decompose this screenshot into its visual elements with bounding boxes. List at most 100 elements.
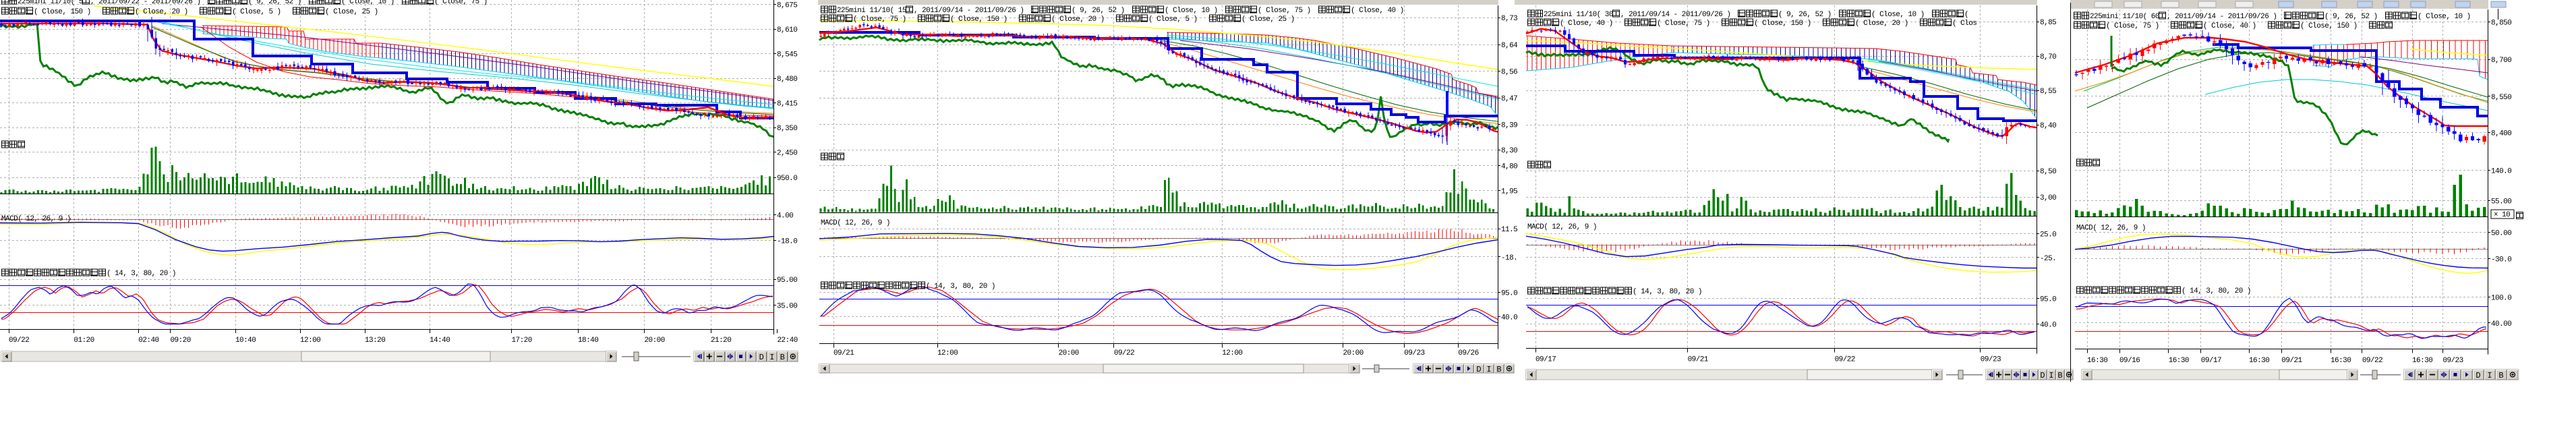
svg-text:, 2011/09/14 - 2011/09/26 ): , 2011/09/14 - 2011/09/26 ) (914, 7, 1024, 15)
svg-text:-18.0: -18.0 (777, 238, 797, 246)
svg-text:I: I (2487, 371, 2492, 380)
svg-text:225mini 11/10( 30: 225mini 11/10( 30 (1544, 11, 1613, 19)
svg-text:8,50: 8,50 (2040, 168, 2056, 176)
svg-text:8,400: 8,400 (2491, 129, 2511, 138)
svg-text:8,30: 8,30 (1501, 147, 1517, 155)
svg-text:4,80: 4,80 (1501, 163, 1517, 171)
svg-text:09/22: 09/22 (2362, 357, 2382, 365)
svg-text:09/17: 09/17 (2201, 357, 2221, 365)
svg-text:8,700: 8,700 (2491, 57, 2511, 65)
svg-text:8,73: 8,73 (1501, 15, 1517, 23)
svg-text:12:00: 12:00 (300, 337, 320, 345)
svg-text:20:00: 20:00 (1059, 349, 1079, 357)
svg-text:8,85: 8,85 (2040, 19, 2056, 27)
svg-text:I: I (769, 353, 774, 362)
svg-text:16:30: 16:30 (2249, 357, 2269, 365)
svg-text:( Close, 75 ): ( Close, 75 ) (434, 0, 488, 6)
svg-text:95.0: 95.0 (2040, 296, 2056, 304)
svg-text:16:30: 16:30 (2169, 357, 2189, 365)
svg-text:( Close, 10 ): ( Close, 10 ) (341, 0, 394, 6)
svg-text:D: D (1476, 365, 1481, 374)
svg-text:8,64: 8,64 (1501, 42, 1518, 50)
svg-text:MACD( 12, 26, 9 ): MACD( 12, 26, 9 ) (1527, 223, 1597, 231)
svg-text:50.00: 50.00 (2491, 230, 2511, 238)
svg-text:( Close, 20 ): ( Close, 20 ) (135, 8, 188, 16)
svg-text:25.0: 25.0 (2040, 231, 2056, 239)
svg-text:8,39: 8,39 (1501, 121, 1517, 129)
svg-text:-25.: -25. (2040, 255, 2056, 263)
svg-text:( Close, 75 ): ( Close, 75 ) (853, 16, 906, 24)
svg-text:95.00: 95.00 (777, 276, 797, 285)
svg-text:I: I (1486, 365, 1491, 374)
svg-text:-18.: -18. (1501, 254, 1517, 262)
svg-text:( Close, 150 ): ( Close, 150 ) (2300, 22, 2358, 30)
svg-text:16:30: 16:30 (2331, 357, 2351, 365)
svg-text:( Close, 25 ): ( Close, 25 ) (1241, 16, 1295, 24)
svg-text:( 9, 26, 52 ): ( 9, 26, 52 ) (248, 0, 301, 6)
svg-text:8,610: 8,610 (777, 26, 797, 34)
svg-text:3,00: 3,00 (2040, 194, 2056, 202)
svg-text:B: B (2498, 371, 2503, 380)
svg-text:( Close, 5 ): ( Close, 5 ) (1148, 16, 1198, 24)
svg-text:14:40: 14:40 (430, 337, 450, 345)
svg-text:09/23: 09/23 (1404, 349, 1424, 357)
svg-text:8,480: 8,480 (777, 76, 797, 84)
svg-text:8,70: 8,70 (2040, 53, 2056, 61)
svg-text:950.0: 950.0 (777, 175, 797, 183)
svg-text:09/21: 09/21 (833, 349, 854, 357)
svg-text:40.0: 40.0 (2040, 322, 2056, 330)
svg-text:8,56: 8,56 (1501, 69, 1517, 77)
svg-text:8,850: 8,850 (2491, 20, 2511, 28)
svg-text:16:30: 16:30 (2412, 357, 2432, 365)
svg-text:MACD( 12, 26, 9 ): MACD( 12, 26, 9 ) (821, 219, 890, 227)
svg-text:09/22: 09/22 (1114, 349, 1134, 357)
svg-text:, 2011/09/14 - 2011/09/26 ): , 2011/09/14 - 2011/09/26 ) (2167, 13, 2277, 21)
svg-text:4.00: 4.00 (777, 212, 793, 221)
svg-text:× 10: × 10 (2494, 211, 2510, 219)
svg-text:09/16: 09/16 (2119, 357, 2140, 365)
svg-text:02:40: 02:40 (138, 337, 158, 345)
svg-text:( Close, 150 ): ( Close, 150 ) (950, 16, 1007, 24)
svg-text:225mini 11/10( 5: 225mini 11/10( 5 (18, 0, 83, 6)
svg-text:( Close, 75 ): ( Close, 75 ) (1258, 7, 1311, 15)
svg-text:-30.0: -30.0 (2491, 256, 2511, 264)
svg-text:09/17: 09/17 (1535, 356, 1556, 364)
svg-text:8,675: 8,675 (777, 2, 797, 10)
svg-text:D: D (2040, 371, 2045, 380)
svg-text:12:00: 12:00 (937, 349, 958, 357)
svg-text:09/23: 09/23 (1981, 356, 2001, 364)
svg-text:20:00: 20:00 (1343, 349, 1364, 357)
svg-text:( Close, 75 ): ( Close, 75 ) (2106, 22, 2159, 30)
svg-text:22:40: 22:40 (778, 337, 798, 345)
svg-text:D: D (2476, 371, 2480, 380)
svg-text:( Close, 10 ): ( Close, 10 ) (1871, 11, 1925, 19)
svg-text:( Close, 150 ): ( Close, 150 ) (34, 8, 91, 16)
svg-text:( 9, 26, 52 ): ( 9, 26, 52 ) (1778, 11, 1832, 19)
svg-text:B: B (1496, 365, 1501, 374)
svg-text:( 14, 3, 80, 20 ): ( 14, 3, 80, 20 ) (2182, 287, 2251, 295)
svg-text:( Close, 75 ): ( Close, 75 ) (1657, 20, 1710, 28)
svg-text:8,545: 8,545 (777, 51, 797, 59)
svg-text:, 2011/09/14 - 2011/09/26 ): , 2011/09/14 - 2011/09/26 ) (1620, 11, 1730, 19)
svg-text:13:20: 13:20 (365, 337, 385, 345)
svg-text:( 9, 26, 52 ): ( 9, 26, 52 ) (1072, 7, 1125, 15)
svg-text:35.00: 35.00 (777, 303, 797, 311)
svg-text:( 14, 3, 80, 20 ): ( 14, 3, 80, 20 ) (107, 270, 176, 278)
svg-text:( Close, 10 ): ( Close, 10 ) (1165, 7, 1218, 15)
svg-text:8,55: 8,55 (2040, 88, 2056, 96)
svg-text:09/22: 09/22 (9, 337, 29, 345)
svg-text:( Close, 10 ): ( Close, 10 ) (2418, 13, 2471, 21)
svg-text:16:30: 16:30 (2087, 357, 2107, 365)
svg-text:( Close, 25 ): ( Close, 25 ) (325, 8, 378, 16)
svg-text:B: B (2057, 371, 2062, 380)
svg-text:( 9, 26, 52 ): ( 9, 26, 52 ) (2324, 13, 2378, 21)
svg-text:8,415: 8,415 (777, 100, 797, 109)
svg-text:( 14, 3, 80, 20 ): ( 14, 3, 80, 20 ) (1633, 288, 1702, 296)
svg-text:( Close, 40 ): ( Close, 40 ) (2203, 22, 2256, 30)
svg-text:18:40: 18:40 (578, 337, 598, 345)
svg-text:100.0: 100.0 (2491, 295, 2511, 303)
svg-text:01:20: 01:20 (74, 337, 94, 345)
svg-text:( Clos: ( Clos (1952, 20, 1977, 28)
svg-text:B: B (780, 353, 785, 362)
svg-text:8,47: 8,47 (1501, 95, 1517, 103)
